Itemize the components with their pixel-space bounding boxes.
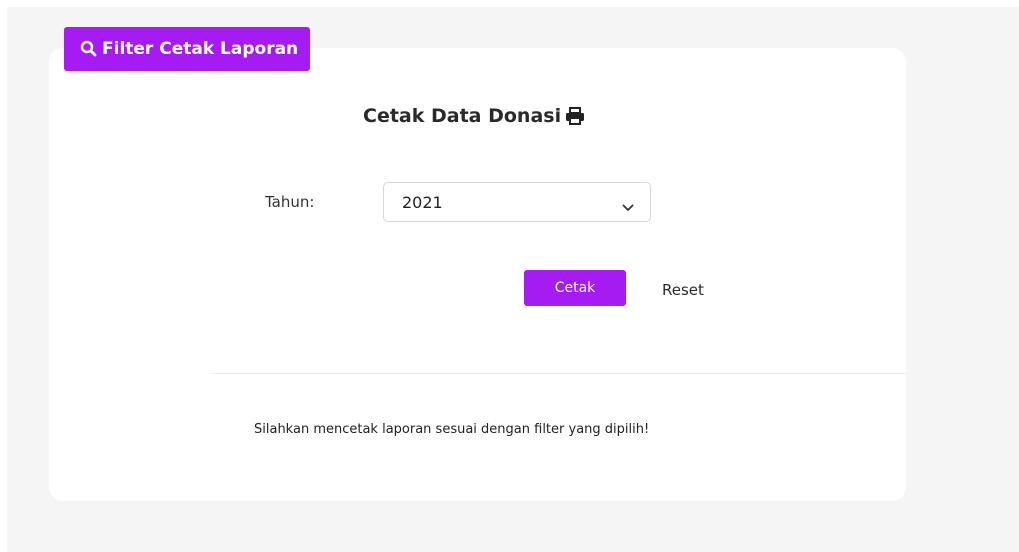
year-select[interactable]: 2021	[383, 182, 651, 222]
reset-button[interactable]: Reset	[662, 280, 704, 300]
print-icon	[561, 105, 585, 127]
divider	[210, 373, 906, 374]
year-select-value: 2021	[402, 193, 443, 212]
year-label: Tahun:	[265, 193, 315, 211]
chevron-down-icon	[622, 197, 634, 216]
search-icon	[80, 39, 102, 59]
page-title-text: Cetak Data Donasi	[363, 105, 562, 127]
page-title: Cetak Data Donasi	[363, 103, 585, 129]
print-button[interactable]: Cetak	[524, 270, 626, 306]
instruction-text: Silahkan mencetak laporan sesuai dengan …	[254, 422, 650, 437]
filter-tag-label: Filter Cetak Laporan	[102, 39, 299, 59]
filter-tag: Filter Cetak Laporan	[64, 27, 310, 71]
